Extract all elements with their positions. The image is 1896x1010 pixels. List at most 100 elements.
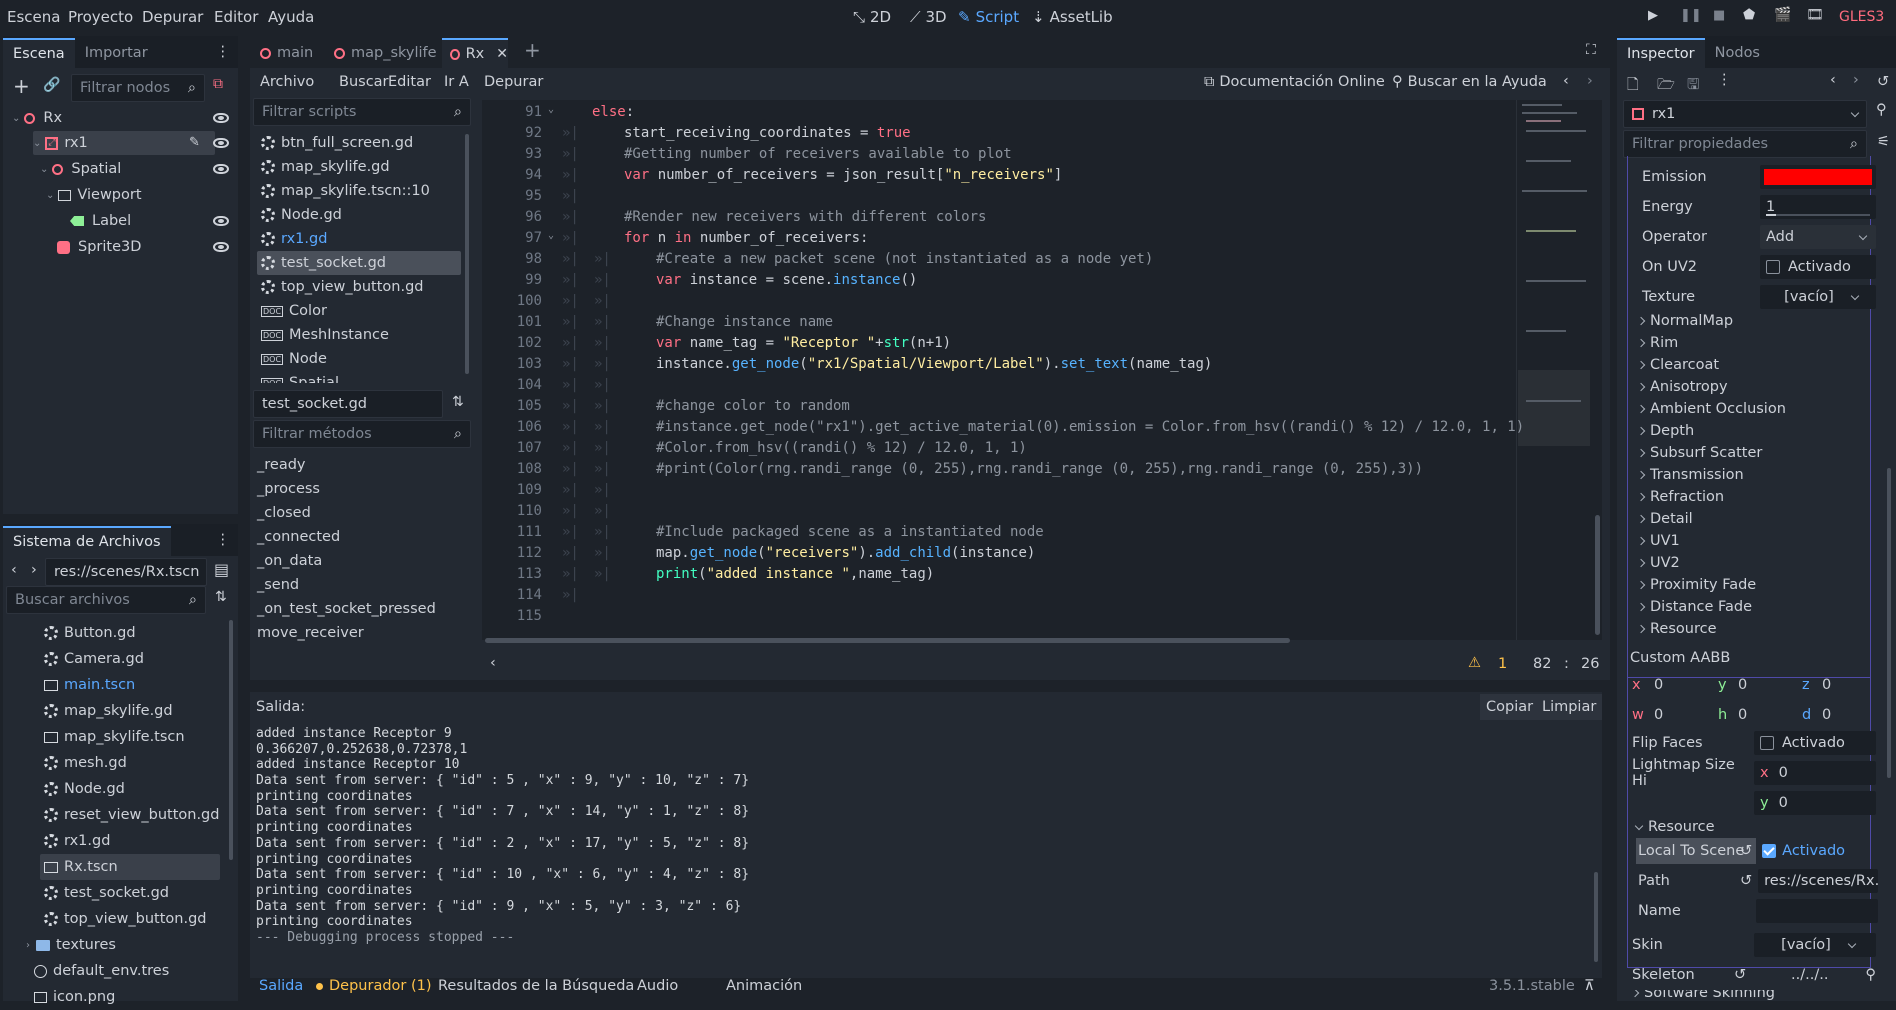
script-icon[interactable]: ✎ xyxy=(189,135,200,150)
operator-select[interactable]: Add xyxy=(1760,225,1876,249)
scrollbar[interactable] xyxy=(465,134,469,374)
doc-item[interactable]: DOC Color xyxy=(257,299,461,323)
warning-count[interactable]: 1 xyxy=(1498,656,1507,672)
properties-options-icon[interactable]: ⚟ xyxy=(1877,134,1890,150)
section-uv1[interactable]: UV1 xyxy=(1636,530,1680,552)
menu-ayuda[interactable]: Ayuda xyxy=(268,8,314,26)
horizontal-scrollbar[interactable] xyxy=(485,638,1290,643)
file-item[interactable]: map_skylife.gd xyxy=(40,698,220,724)
clear-button[interactable]: Limpiar xyxy=(1536,694,1603,720)
play-icon[interactable]: ▶ xyxy=(1648,8,1658,23)
method-item[interactable]: _connected xyxy=(253,525,468,549)
tab-animacion[interactable]: Animación xyxy=(726,978,802,994)
script-item[interactable]: top_view_button.gd xyxy=(257,275,461,299)
file-item[interactable]: rx1.gd xyxy=(40,828,220,854)
section-distance-fade[interactable]: Distance Fade xyxy=(1636,596,1752,618)
scrollbar[interactable] xyxy=(1594,872,1598,962)
renderer-label[interactable]: GLES3 xyxy=(1839,9,1884,25)
node-info-icon[interactable]: ⚲ xyxy=(1876,102,1887,118)
online-docs-button[interactable]: ⧉ Documentación Online xyxy=(1204,74,1385,90)
skeleton-field[interactable]: ../../.. xyxy=(1752,963,1861,987)
tab-escena[interactable]: Escena xyxy=(3,38,75,68)
file-item[interactable]: icon.png xyxy=(22,984,222,1010)
scene-tab-map-skylife[interactable]: map_skylife xyxy=(334,40,437,66)
scene-tab-main[interactable]: main xyxy=(260,40,313,66)
method-item[interactable]: _on_data xyxy=(253,549,468,573)
section-anisotropy[interactable]: Anisotropy xyxy=(1636,376,1728,398)
open-resource-icon[interactable]: 🗁 xyxy=(1657,74,1675,99)
pause-icon[interactable]: ❚❚ xyxy=(1680,8,1702,23)
path-field[interactable]: res://scenes/Rx.tscn xyxy=(45,558,207,586)
minimap[interactable] xyxy=(1518,100,1590,446)
section-uv2[interactable]: UV2 xyxy=(1636,552,1680,574)
movie-icon[interactable]: 🎞 xyxy=(1806,7,1824,23)
script-item[interactable]: map_skylife.gd xyxy=(257,155,461,179)
menu-depurar-script[interactable]: Depurar xyxy=(484,74,543,90)
back-arrow-icon[interactable]: ‹ xyxy=(11,562,17,578)
fold-arrow-icon[interactable]: ⌄ xyxy=(548,104,554,115)
tab-audio[interactable]: Audio xyxy=(637,978,678,994)
play-custom-scene-icon[interactable]: 🎬 xyxy=(1774,7,1791,23)
menu-archivo[interactable]: Archivo xyxy=(260,74,314,90)
tab-search-results[interactable]: Resultados de la Búsqueda xyxy=(438,978,634,994)
tab-filesystem[interactable]: Sistema de Archivos xyxy=(3,526,171,556)
lightmap-y-field[interactable]: y0 xyxy=(1754,791,1876,815)
tab-nodos[interactable]: Nodos xyxy=(1705,38,1770,68)
aabb-size-fields[interactable]: w0 h0 d0 xyxy=(1632,702,1872,728)
texture-picker[interactable]: [vacío] xyxy=(1760,285,1876,309)
file-item[interactable]: Camera.gd xyxy=(40,646,220,672)
collapse-arrow-icon[interactable]: ‹ xyxy=(490,655,496,671)
save-resource-icon[interactable]: 🖫 xyxy=(1687,74,1699,99)
energy-slider[interactable]: 1 xyxy=(1760,195,1876,219)
filter-scripts-input[interactable]: Filtrar scripts ⌕ xyxy=(253,98,471,126)
file-item[interactable]: map_skylife.tscn xyxy=(40,724,220,750)
file-item[interactable]: main.tscn xyxy=(40,672,220,698)
section-resource-expanded[interactable]: Resource xyxy=(1634,816,1715,838)
doc-item[interactable]: DOC MeshInstance xyxy=(257,323,461,347)
sort-icon[interactable]: ⇅ xyxy=(215,589,227,605)
section-refraction[interactable]: Refraction xyxy=(1636,486,1724,508)
script-attach-icon[interactable]: ⧉ xyxy=(213,76,223,92)
back-arrow-icon[interactable]: ‹ xyxy=(1563,73,1569,89)
section-proximity-fade[interactable]: Proximity Fade xyxy=(1636,574,1756,596)
pin-icon[interactable]: ⊼ xyxy=(1584,978,1595,994)
visibility-eye-icon[interactable] xyxy=(213,138,229,148)
dock-menu-icon[interactable]: ⋮ xyxy=(216,532,239,556)
local-to-scene-checkbox[interactable]: Activado xyxy=(1756,839,1878,863)
add-node-icon[interactable]: + xyxy=(13,74,30,98)
visibility-eye-icon[interactable] xyxy=(213,164,229,174)
revert-icon[interactable]: ↺ xyxy=(1734,967,1746,983)
script-item[interactable]: map_skylife.tscn::10 xyxy=(257,179,461,203)
link-icon[interactable]: 🔗 xyxy=(43,77,60,93)
section-transmission[interactable]: Transmission xyxy=(1636,464,1744,486)
section-software-skinning[interactable]: Software Skinning xyxy=(1632,990,1775,1001)
flip-faces-checkbox[interactable]: Activado xyxy=(1754,731,1876,755)
doc-item[interactable]: DOC Spatial xyxy=(257,371,461,383)
section-depth[interactable]: Depth xyxy=(1636,420,1694,442)
tree-node-sprite3d[interactable]: Sprite3D xyxy=(57,235,217,259)
menu-editar[interactable]: Editar xyxy=(388,74,431,90)
filter-properties-input[interactable]: Filtrar propiedades ⌕ xyxy=(1623,130,1867,158)
dock-menu-icon[interactable]: ⋮ xyxy=(216,44,239,68)
section-ambient-occlusion[interactable]: Ambient Occlusion xyxy=(1636,398,1786,420)
search-files-input[interactable]: Buscar archivos ⌕ xyxy=(6,586,206,614)
revert-icon[interactable]: ↺ xyxy=(1740,873,1752,889)
forward-arrow-icon[interactable]: › xyxy=(1853,72,1859,88)
tree-node-rx[interactable]: ⌄ Rx xyxy=(12,106,232,130)
name-field[interactable] xyxy=(1756,899,1878,923)
tree-node-label[interactable]: Label xyxy=(70,209,220,233)
script-item-selected[interactable]: test_socket.gd xyxy=(257,251,461,275)
add-tab-icon[interactable]: + xyxy=(524,38,541,62)
visibility-eye-icon[interactable] xyxy=(213,113,229,123)
lightmap-x-field[interactable]: x0 xyxy=(1754,761,1876,785)
file-item[interactable]: top_view_button.gd xyxy=(40,906,220,932)
path-field[interactable]: res://scenes/Rx. xyxy=(1758,869,1878,893)
vertical-scrollbar[interactable] xyxy=(1595,515,1600,635)
output-log[interactable]: added instance Receptor 9 0.366207,0.252… xyxy=(256,726,1586,976)
section-subsurf-scatter[interactable]: Subsurf Scatter xyxy=(1636,442,1762,464)
split-view-icon[interactable]: ▤ xyxy=(214,560,229,579)
new-resource-icon[interactable]: 🗋 xyxy=(1627,74,1639,99)
section-resource[interactable]: Resource xyxy=(1636,618,1717,640)
minimap-viewport[interactable] xyxy=(1518,370,1590,446)
menu-escena[interactable]: Escena xyxy=(7,8,60,26)
